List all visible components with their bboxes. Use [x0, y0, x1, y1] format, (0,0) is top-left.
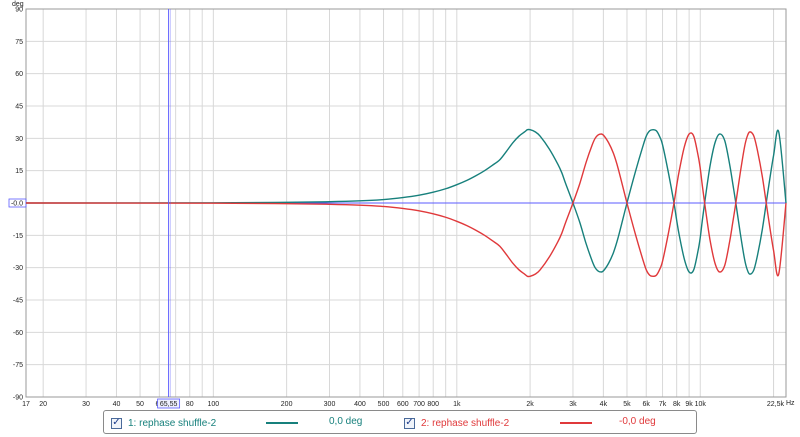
y-tick-label: -60	[13, 330, 23, 337]
y-tick-label: -75	[13, 362, 23, 369]
cursor-layer[interactable]: 65,55	[157, 9, 181, 409]
y-tick-labels: 907560453015-0.0-15-30-45-60-75-90	[8, 7, 27, 402]
x-tick-label: 10k	[695, 401, 707, 408]
x-tick-label: 6k	[643, 401, 651, 408]
y-tick-label: 60	[15, 71, 23, 78]
legend-item-1[interactable]: ✓ 1: rephase shuffle-2	[111, 415, 216, 431]
x-tick-label: 40	[113, 401, 121, 408]
x-tick-label: 22,5k	[767, 401, 785, 408]
y-tick-label: -15	[13, 233, 23, 240]
series-2-checkbox[interactable]: ✓	[404, 417, 415, 429]
x-tick-label: 3k	[569, 401, 577, 408]
x-unit-label: Hz	[786, 400, 795, 407]
x-tick-label: 500	[378, 401, 390, 408]
series-1-name: 1: rephase shuffle-2	[128, 417, 217, 429]
series-2-value: -0,0 deg	[619, 416, 656, 427]
series-2-name: 2: rephase shuffle-2	[421, 417, 510, 429]
x-tick-label: 17	[22, 401, 30, 408]
x-tick-label: 1k	[453, 401, 461, 408]
legend-item-2[interactable]: ✓ 2: rephase shuffle-2	[404, 415, 509, 431]
x-tick-label: 5k	[623, 401, 631, 408]
x-tick-label: 20	[39, 401, 47, 408]
x-tick-labels: 172030405060801002003004005006007008001k…	[22, 401, 784, 408]
x-tick-label: 8k	[673, 401, 681, 408]
x-tick-label: 800	[427, 401, 439, 408]
x-tick-label: 2k	[526, 401, 534, 408]
series-1-swatch	[266, 422, 298, 424]
x-tick-label: 600	[397, 401, 409, 408]
series-1-value: 0,0 deg	[329, 416, 363, 427]
x-tick-label: 4k	[600, 401, 608, 408]
series-2-swatch	[560, 422, 592, 424]
x-tick-label: 7k	[659, 401, 667, 408]
y-tick-label: -0.0	[11, 201, 23, 208]
series-1-checkbox[interactable]: ✓	[111, 417, 122, 429]
y-tick-label: 30	[15, 136, 23, 143]
x-tick-label: 200	[281, 401, 293, 408]
y-unit-label: deg	[12, 1, 24, 8]
x-tick-label: 9k	[685, 401, 693, 408]
x-tick-label: 80	[186, 401, 194, 408]
y-tick-label: 15	[15, 168, 23, 175]
x-tick-label: 50	[136, 401, 144, 408]
y-tick-label: 45	[15, 104, 23, 111]
x-tick-label: 100	[208, 401, 220, 408]
x-tick-label: 30	[82, 401, 90, 408]
x-tick-label: 400	[354, 401, 366, 408]
legend-panel: ✓ 1: rephase shuffle-2 0,0 deg ✓ 2: reph…	[103, 410, 697, 434]
y-tick-label: -45	[13, 298, 23, 305]
x-tick-label: 700	[413, 401, 425, 408]
y-tick-label: -30	[13, 265, 23, 272]
phase-chart[interactable]: 907560453015-0.0-15-30-45-60-75-90 17 20 3…	[0, 0, 800, 437]
cursor-readout-label: 65,55	[160, 401, 178, 408]
x-tick-label: 300	[324, 401, 336, 408]
y-tick-label: 75	[15, 39, 23, 46]
